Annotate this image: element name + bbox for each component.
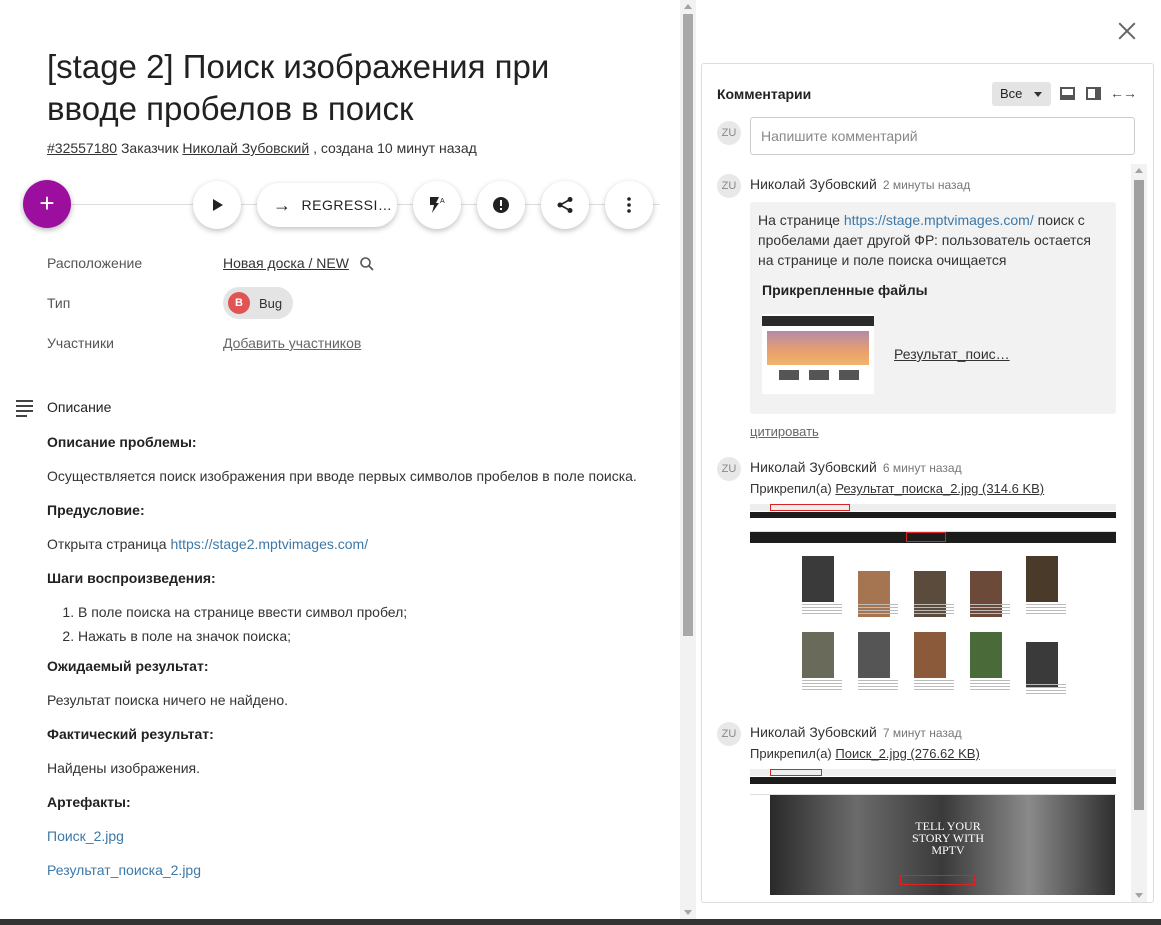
add-button[interactable]: +: [23, 180, 71, 228]
attached-file-link[interactable]: Поиск_2.jpg (276.62 KB): [835, 746, 979, 761]
avatar: ZU: [717, 457, 741, 481]
description-body[interactable]: Описание проблемы: Осуществляется поиск …: [47, 432, 637, 880]
chevron-down-icon: [1034, 92, 1042, 97]
comments-sidebar: Комментарии Все ←→ ZU Напишите комментар…: [696, 0, 1161, 919]
customer-label: Заказчик: [120, 140, 179, 156]
comment-time: 7 минут назад: [882, 726, 962, 740]
type-chip[interactable]: B Bug: [223, 287, 293, 319]
steps-list: В поле поиска на странице ввести символ …: [62, 600, 637, 648]
steps-heading: Шаги воспроизведения:: [47, 570, 216, 586]
precondition-link[interactable]: https://stage2.mptvimages.com/: [170, 536, 368, 552]
type-value: Bug: [259, 295, 283, 311]
svg-text:A: A: [440, 198, 445, 205]
members-label: Участники: [47, 335, 114, 351]
alert-icon: [493, 197, 509, 213]
hero-text: TELL YOUR STORY WITH MPTV: [911, 819, 985, 857]
problem-heading: Описание проблемы:: [47, 434, 197, 450]
attachment-preview-image[interactable]: [750, 504, 1116, 697]
flash-auto-button[interactable]: A: [413, 181, 461, 229]
type-label: Тип: [47, 295, 71, 311]
actual-heading: Фактический результат:: [47, 726, 214, 742]
step-item: Нажать в поле на значок поиска;: [78, 624, 637, 648]
location-link[interactable]: Новая доска / NEW: [223, 255, 349, 271]
play-icon: [213, 199, 223, 211]
more-vert-icon: [627, 197, 631, 213]
expand-width-icon[interactable]: ←→: [1110, 85, 1137, 101]
state-label: REGRESSI…: [301, 197, 393, 213]
play-button[interactable]: [193, 181, 241, 229]
expected-text: Результат поиска ничего не найдено.: [47, 692, 289, 708]
quote-link[interactable]: цитировать: [750, 424, 819, 439]
scroll-up-icon[interactable]: [1135, 168, 1143, 173]
attachment-link[interactable]: Результат_поис…: [894, 346, 1010, 362]
comment-time: 2 минуты назад: [882, 178, 971, 192]
add-members-text: Добавить участников: [223, 335, 362, 351]
problem-text: Осуществляется поиск изображения при вво…: [47, 468, 637, 484]
comment-time: 6 минут назад: [882, 461, 962, 475]
comment-bubble: На странице https://stage.mptvimages.com…: [750, 202, 1116, 414]
search-icon[interactable]: [359, 256, 375, 272]
comments-title: Комментарии: [717, 86, 812, 102]
filter-value: Все: [1000, 86, 1023, 101]
alert-button[interactable]: [477, 181, 525, 229]
created-text: , создана 10 минут назад: [313, 140, 477, 156]
precondition-heading: Предусловие:: [47, 502, 145, 518]
scrollbar-thumb[interactable]: [1134, 180, 1144, 810]
comment-link[interactable]: https://stage.mptvimages.com/: [844, 212, 1034, 228]
attachment-thumbnail[interactable]: [762, 314, 874, 394]
comment-author: Николай Зубовский 2 минуты назад: [750, 176, 971, 192]
comment-text: На странице https://stage.mptvimages.com…: [758, 212, 1091, 268]
bottom-border: [0, 919, 1161, 925]
comments-filter-select[interactable]: Все: [992, 82, 1051, 106]
precondition-text: Открыта страница https://stage2.mptvimag…: [47, 536, 369, 552]
scroll-up-icon[interactable]: [684, 4, 692, 9]
avatar: ZU: [717, 722, 741, 746]
customer-link[interactable]: Николай Зубовский: [182, 140, 309, 156]
comments-panel: Комментарии Все ←→ ZU Напишите комментар…: [701, 63, 1154, 903]
comments-scrollbar[interactable]: [1131, 164, 1147, 902]
state-button[interactable]: → REGRESSI…: [257, 183, 397, 227]
location-label: Расположение: [47, 255, 143, 271]
layout-side-icon[interactable]: [1086, 87, 1101, 100]
add-members-link[interactable]: Добавить участников: [223, 335, 361, 351]
description-icon: [16, 400, 33, 420]
close-icon[interactable]: [1116, 20, 1138, 42]
avatar: ZU: [717, 121, 741, 145]
share-button[interactable]: [541, 181, 589, 229]
location-value: Новая доска / NEW: [223, 255, 375, 272]
comment-author: Николай Зубовский 7 минут назад: [750, 724, 962, 740]
scroll-down-icon[interactable]: [1135, 893, 1143, 898]
expected-heading: Ожидаемый результат:: [47, 658, 209, 674]
left-scrollbar[interactable]: [680, 0, 696, 919]
hero-banner: TELL YOUR STORY WITH MPTV: [770, 795, 1115, 895]
comment-input[interactable]: Напишите комментарий: [750, 117, 1135, 155]
attached-file-link[interactable]: Результат_поиска_2.jpg (314.6 KB): [835, 481, 1044, 496]
task-detail-panel: [stage 2] Поиск изображения при вводе пр…: [0, 0, 680, 919]
attachments-heading: Прикрепленные файлы: [762, 282, 928, 298]
step-item: В поле поиска на странице ввести символ …: [78, 600, 637, 624]
arrow-right-icon: →: [273, 194, 292, 215]
scroll-down-icon[interactable]: [684, 910, 692, 915]
task-id-link[interactable]: #32557180: [47, 140, 117, 156]
layout-bottom-icon[interactable]: [1060, 87, 1075, 100]
description-heading: Описание: [47, 399, 112, 415]
artifacts-heading: Артефакты:: [47, 794, 131, 810]
more-button[interactable]: [605, 181, 653, 229]
flash-auto-icon: A: [430, 197, 445, 213]
bug-badge: B: [228, 292, 250, 314]
comment-author: Николай Зубовский 6 минут назад: [750, 459, 962, 475]
actual-text: Найдены изображения.: [47, 760, 200, 776]
avatar: ZU: [717, 174, 741, 198]
share-icon: [557, 197, 573, 213]
attachment-preview-image[interactable]: TELL YOUR STORY WITH MPTV: [750, 769, 1116, 902]
task-meta: #32557180 Заказчик Николай Зубовский , с…: [47, 140, 477, 156]
artifact-link[interactable]: Поиск_2.jpg: [47, 828, 124, 844]
scrollbar-thumb[interactable]: [683, 14, 693, 636]
attached-file-line: Прикрепил(а) Поиск_2.jpg (276.62 KB): [750, 746, 980, 761]
attached-file-line: Прикрепил(а) Результат_поиска_2.jpg (314…: [750, 481, 1045, 496]
artifact-link[interactable]: Результат_поиска_2.jpg: [47, 862, 201, 878]
task-title[interactable]: [stage 2] Поиск изображения при вводе пр…: [47, 46, 647, 130]
